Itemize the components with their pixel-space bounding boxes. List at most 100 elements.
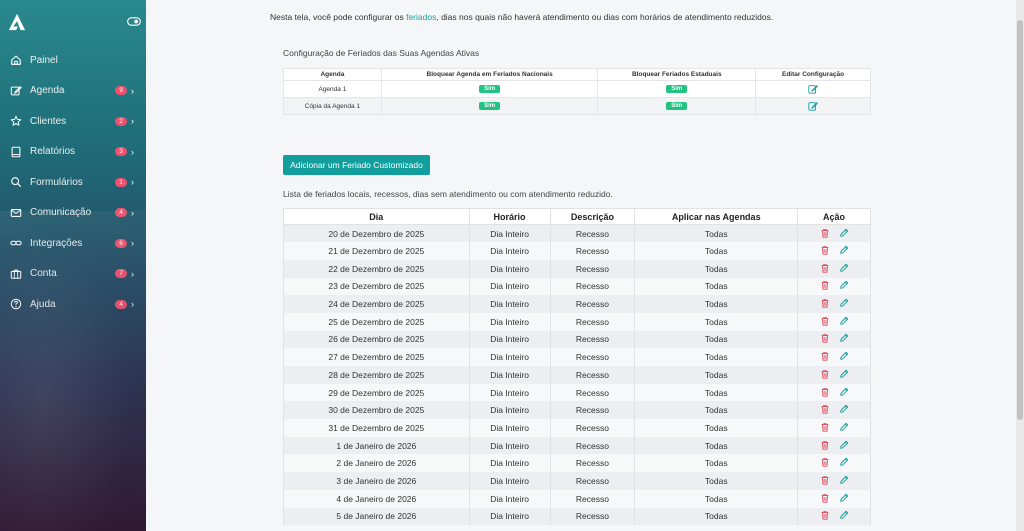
holiday-agendas: Todas [634,366,799,384]
edit-config-cell [755,97,871,115]
holiday-time: Dia Inteiro [468,277,551,296]
pencil-icon[interactable] [839,404,849,414]
agenda-name: Cópia da Agenda 1 [283,97,382,115]
trash-icon[interactable] [820,422,830,432]
trash-icon[interactable] [820,475,830,485]
agenda-config-table: Agenda Bloquear Agenda em Feriados Nacio… [283,68,871,115]
sidebar-item-relatorios[interactable]: Relatórios 3 › [0,137,146,168]
holiday-description: Recesso [549,401,636,420]
notification-badge: 1 [115,177,127,187]
edit-icon[interactable] [808,101,819,111]
holiday-time: Dia Inteiro [468,472,551,490]
trash-icon[interactable] [820,316,830,326]
holiday-description: Recesso [549,489,636,508]
chevron-right-icon: › [131,85,134,96]
state-holidays-cell: Sim [597,97,757,115]
notification-badge: 4 [115,299,127,309]
holiday-time: Dia Inteiro [468,330,551,349]
holiday-description: Recesso [549,312,636,331]
table-row: 2 de Janeiro de 2026 Dia Inteiro Recesso To… [283,454,871,473]
column-header-description: Descrição [549,208,636,225]
sidebar-item-formularios[interactable]: Formulários 1 › [0,167,146,198]
state-holidays-cell: Sim [597,80,757,98]
trash-icon[interactable] [820,493,830,503]
edit-icon[interactable] [808,84,819,94]
holiday-actions [797,454,871,473]
pencil-icon[interactable] [839,440,849,450]
holiday-time: Dia Inteiro [468,383,551,402]
holiday-day: 20 de Dezembro de 2025 [283,224,470,243]
holiday-time: Dia Inteiro [468,454,551,473]
search-icon [11,177,22,188]
holiday-actions [797,312,871,331]
toggle-icon[interactable] [127,17,141,26]
trash-icon[interactable] [820,510,830,520]
pencil-icon[interactable] [839,457,849,467]
trash-icon[interactable] [820,457,830,467]
scrollbar-thumb[interactable] [1017,20,1023,420]
sidebar-item-agenda[interactable]: Agenda 9 › [0,76,146,107]
trash-icon[interactable] [820,351,830,361]
pencil-icon[interactable] [839,316,849,326]
main-content: Nesta tela, você pode configurar os feri… [146,0,1016,531]
briefcase-icon [10,269,22,279]
pencil-icon[interactable] [839,333,849,343]
sidebar-item-painel[interactable]: Painel [0,45,146,76]
holidays-link[interactable]: feriados [406,12,436,22]
holiday-actions [797,330,871,349]
holiday-day: 24 de Dezembro de 2025 [283,295,470,313]
sidebar-item-integracoes[interactable]: Integrações 6 › [0,228,146,259]
sidebar-item-comunicacao[interactable]: Comunicação 4 › [0,198,146,229]
block-state-toggle[interactable]: Sim [666,102,688,110]
sidebar-item-conta[interactable]: Conta 7 › [0,259,146,290]
holiday-actions [797,401,871,420]
column-header-day: Dia [283,208,470,225]
help-icon [10,299,22,310]
trash-icon[interactable] [820,298,830,308]
block-national-toggle[interactable]: Sim [479,102,501,110]
pencil-icon[interactable] [839,369,849,379]
add-custom-holiday-button[interactable]: Adicionar um Feriado Customizado [283,155,430,175]
pencil-icon[interactable] [839,245,849,255]
trash-icon[interactable] [820,387,830,397]
pencil-icon[interactable] [839,422,849,432]
holiday-actions [797,295,871,313]
trash-icon[interactable] [820,280,830,291]
trash-icon[interactable] [820,245,830,255]
pencil-icon[interactable] [839,475,849,485]
pencil-icon[interactable] [839,387,849,397]
holiday-actions [797,383,871,402]
pencil-icon[interactable] [839,228,849,238]
pencil-icon[interactable] [839,510,849,520]
holiday-agendas: Todas [634,224,799,243]
holiday-agendas: Todas [634,401,799,420]
holiday-actions [797,472,871,490]
trash-icon[interactable] [820,440,830,450]
chevron-right-icon: › [131,207,134,218]
trash-icon[interactable] [820,333,830,344]
holidays-table: Dia Horário Descrição Aplicar nas Agenda… [283,208,871,526]
table-row: 21 de Dezembro de 2025 Dia Inteiro Recesso… [283,242,871,260]
sidebar-item-ajuda[interactable]: Ajuda 4 › [0,289,146,320]
trash-icon[interactable] [820,263,830,273]
pencil-icon[interactable] [839,298,849,308]
holiday-agendas: Todas [634,454,799,473]
trash-icon[interactable] [820,228,830,238]
holiday-description: Recesso [549,419,636,437]
sidebar-item-clientes[interactable]: Clientes 2 › [0,106,146,137]
config-section-title: Configuração de Feriados das Suas Agenda… [283,48,480,58]
pencil-icon[interactable] [839,263,849,273]
block-national-toggle[interactable]: Sim [479,85,501,93]
column-header-national: Bloquear Agenda em Feriados Nacionais [380,68,599,81]
trash-icon[interactable] [820,404,830,414]
pencil-icon[interactable] [839,351,849,361]
table-row: 5 de Janeiro de 2026 Dia Inteiro Recesso To… [283,507,871,526]
pencil-icon[interactable] [839,493,849,503]
pencil-icon[interactable] [839,280,849,290]
trash-icon[interactable] [820,369,830,379]
block-state-toggle[interactable]: Sim [666,85,688,93]
holiday-description: Recesso [549,436,636,455]
scrollbar[interactable] [1016,0,1024,531]
holiday-description: Recesso [549,295,636,313]
logo-icon[interactable] [8,13,26,31]
